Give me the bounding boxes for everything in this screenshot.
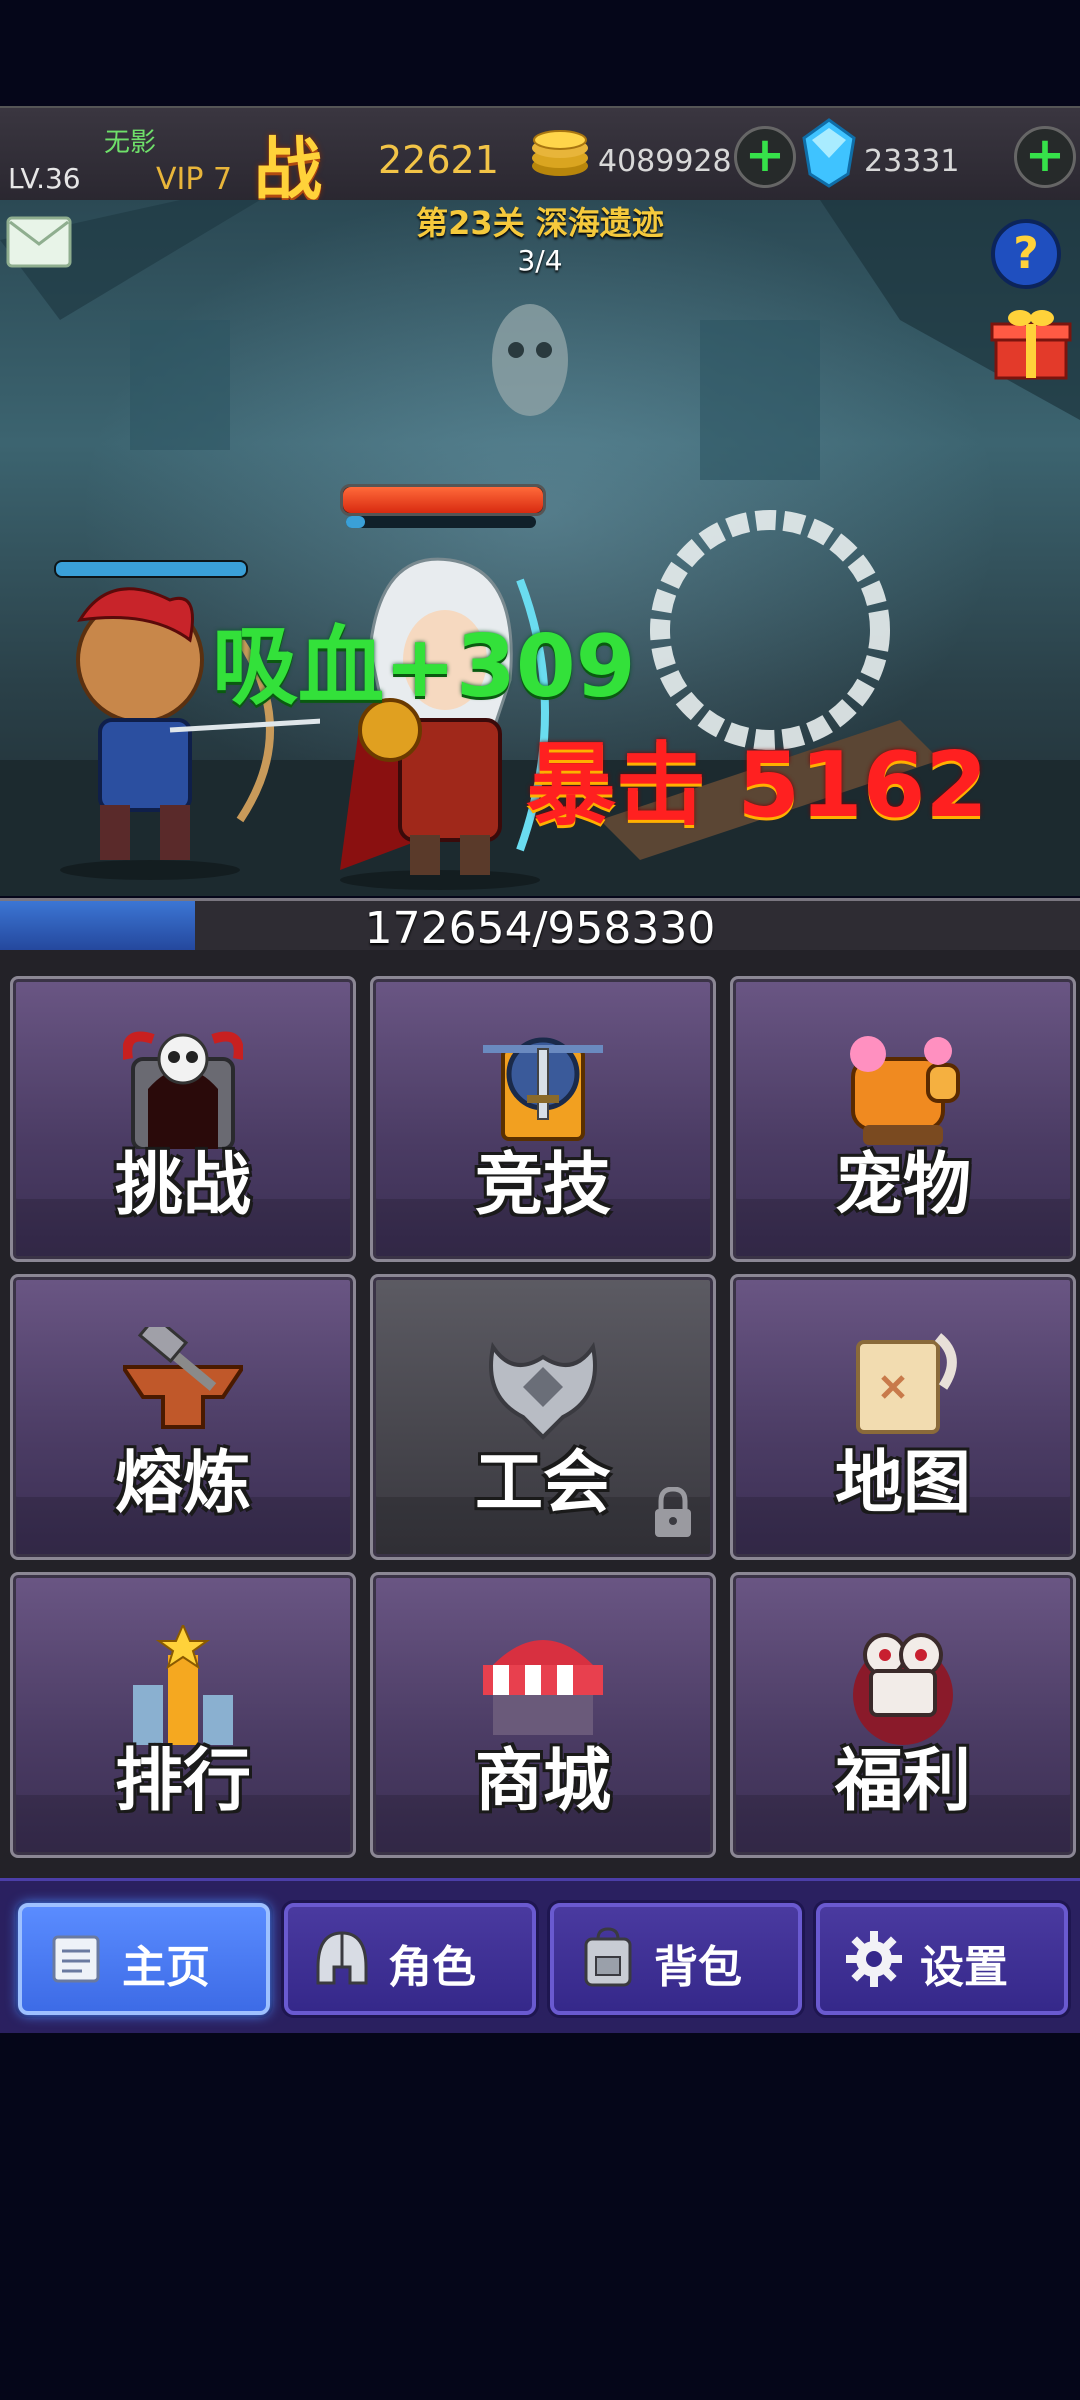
diamond-icon <box>802 118 856 188</box>
menu-tile-label: 竞技 <box>474 1146 611 1225</box>
menu-tile-label: 宠物 <box>834 1146 971 1225</box>
mail-icon[interactable] <box>6 216 72 268</box>
stage-progress: 3/4 <box>517 244 563 277</box>
hero-health-bar <box>340 484 546 516</box>
menu-tile-label: 地图 <box>834 1444 971 1523</box>
add-gold-button[interactable]: + <box>734 126 796 188</box>
lifesteal-popup: 吸血+309 <box>212 617 636 717</box>
backpack-icon <box>584 1927 632 1987</box>
hero-mana-bar <box>346 516 536 528</box>
diamond-amount: 23331 <box>864 144 960 179</box>
top-status-bar: 无影 LV.36 VIP 7 战 22621 4089928 + 23331 + <box>0 106 1080 210</box>
scroll-home-icon <box>52 1935 100 1983</box>
combat-power-value: 22621 <box>378 138 499 182</box>
nav-backpack[interactable]: 背包 <box>550 1903 802 2015</box>
player-level: LV.36 <box>8 162 81 195</box>
menu-tile-challenge[interactable]: 挑战 <box>10 976 356 1262</box>
helmet-icon <box>316 1931 368 1985</box>
menu-tile-label: 商城 <box>474 1742 611 1821</box>
menu-tile-welfare[interactable]: 福利 <box>730 1572 1076 1858</box>
main-menu-grid: 挑战 竞技 宠物 熔炼 工会 地图 排行 商城 福利 <box>0 950 1080 1880</box>
help-icon[interactable]: ? <box>990 218 1062 290</box>
menu-tile-label: 挑战 <box>114 1146 251 1225</box>
nav-settings[interactable]: 设置 <box>816 1903 1068 2015</box>
menu-tile-guild[interactable]: 工会 <box>370 1274 716 1560</box>
menu-tile-map[interactable]: 地图 <box>730 1274 1076 1560</box>
stage-title: 第23关 深海遗迹 <box>416 204 664 242</box>
nav-label: 设置 <box>920 1942 1008 1993</box>
nav-label: 主页 <box>122 1942 210 1993</box>
gift-icon[interactable] <box>990 304 1072 382</box>
power-icon: 战 <box>254 131 323 210</box>
nav-character[interactable]: 角色 <box>284 1903 536 2015</box>
lock-icon <box>655 1487 691 1537</box>
nav-label: 背包 <box>654 1942 742 1993</box>
vip-level[interactable]: VIP 7 <box>156 162 232 197</box>
menu-tile-label: 福利 <box>834 1742 971 1821</box>
stage-progress-bar: 172654/958330 <box>0 898 1080 956</box>
menu-tile-arena[interactable]: 竞技 <box>370 976 716 1262</box>
bottom-navigation: 主页 角色 背包 设置 <box>0 1878 1080 2033</box>
player-name: 无影 <box>104 128 157 158</box>
menu-tile-ranking[interactable]: 排行 <box>10 1572 356 1858</box>
menu-tile-pet[interactable]: 宠物 <box>730 976 1076 1262</box>
nav-label: 角色 <box>388 1942 476 1993</box>
critical-damage-popup: 暴击 5162 <box>526 733 988 838</box>
menu-tile-label: 排行 <box>114 1742 251 1821</box>
battle-scene: 第23关 深海遗迹 3/4 ? 吸血+309 暴击 5162 <box>0 200 1080 896</box>
stage-progress-text: 172654/958330 <box>364 903 716 954</box>
svg-text:?: ? <box>1013 228 1039 279</box>
nav-home[interactable]: 主页 <box>18 1903 270 2015</box>
menu-tile-smelt[interactable]: 熔炼 <box>10 1274 356 1560</box>
menu-tile-label: 熔炼 <box>114 1444 251 1523</box>
gold-amount: 4089928 <box>598 144 732 179</box>
gold-coin-icon <box>532 130 588 176</box>
enemy-health-bar <box>54 560 248 578</box>
gear-icon <box>846 1931 902 1987</box>
add-diamond-button[interactable]: + <box>1014 126 1076 188</box>
menu-tile-shop[interactable]: 商城 <box>370 1572 716 1858</box>
